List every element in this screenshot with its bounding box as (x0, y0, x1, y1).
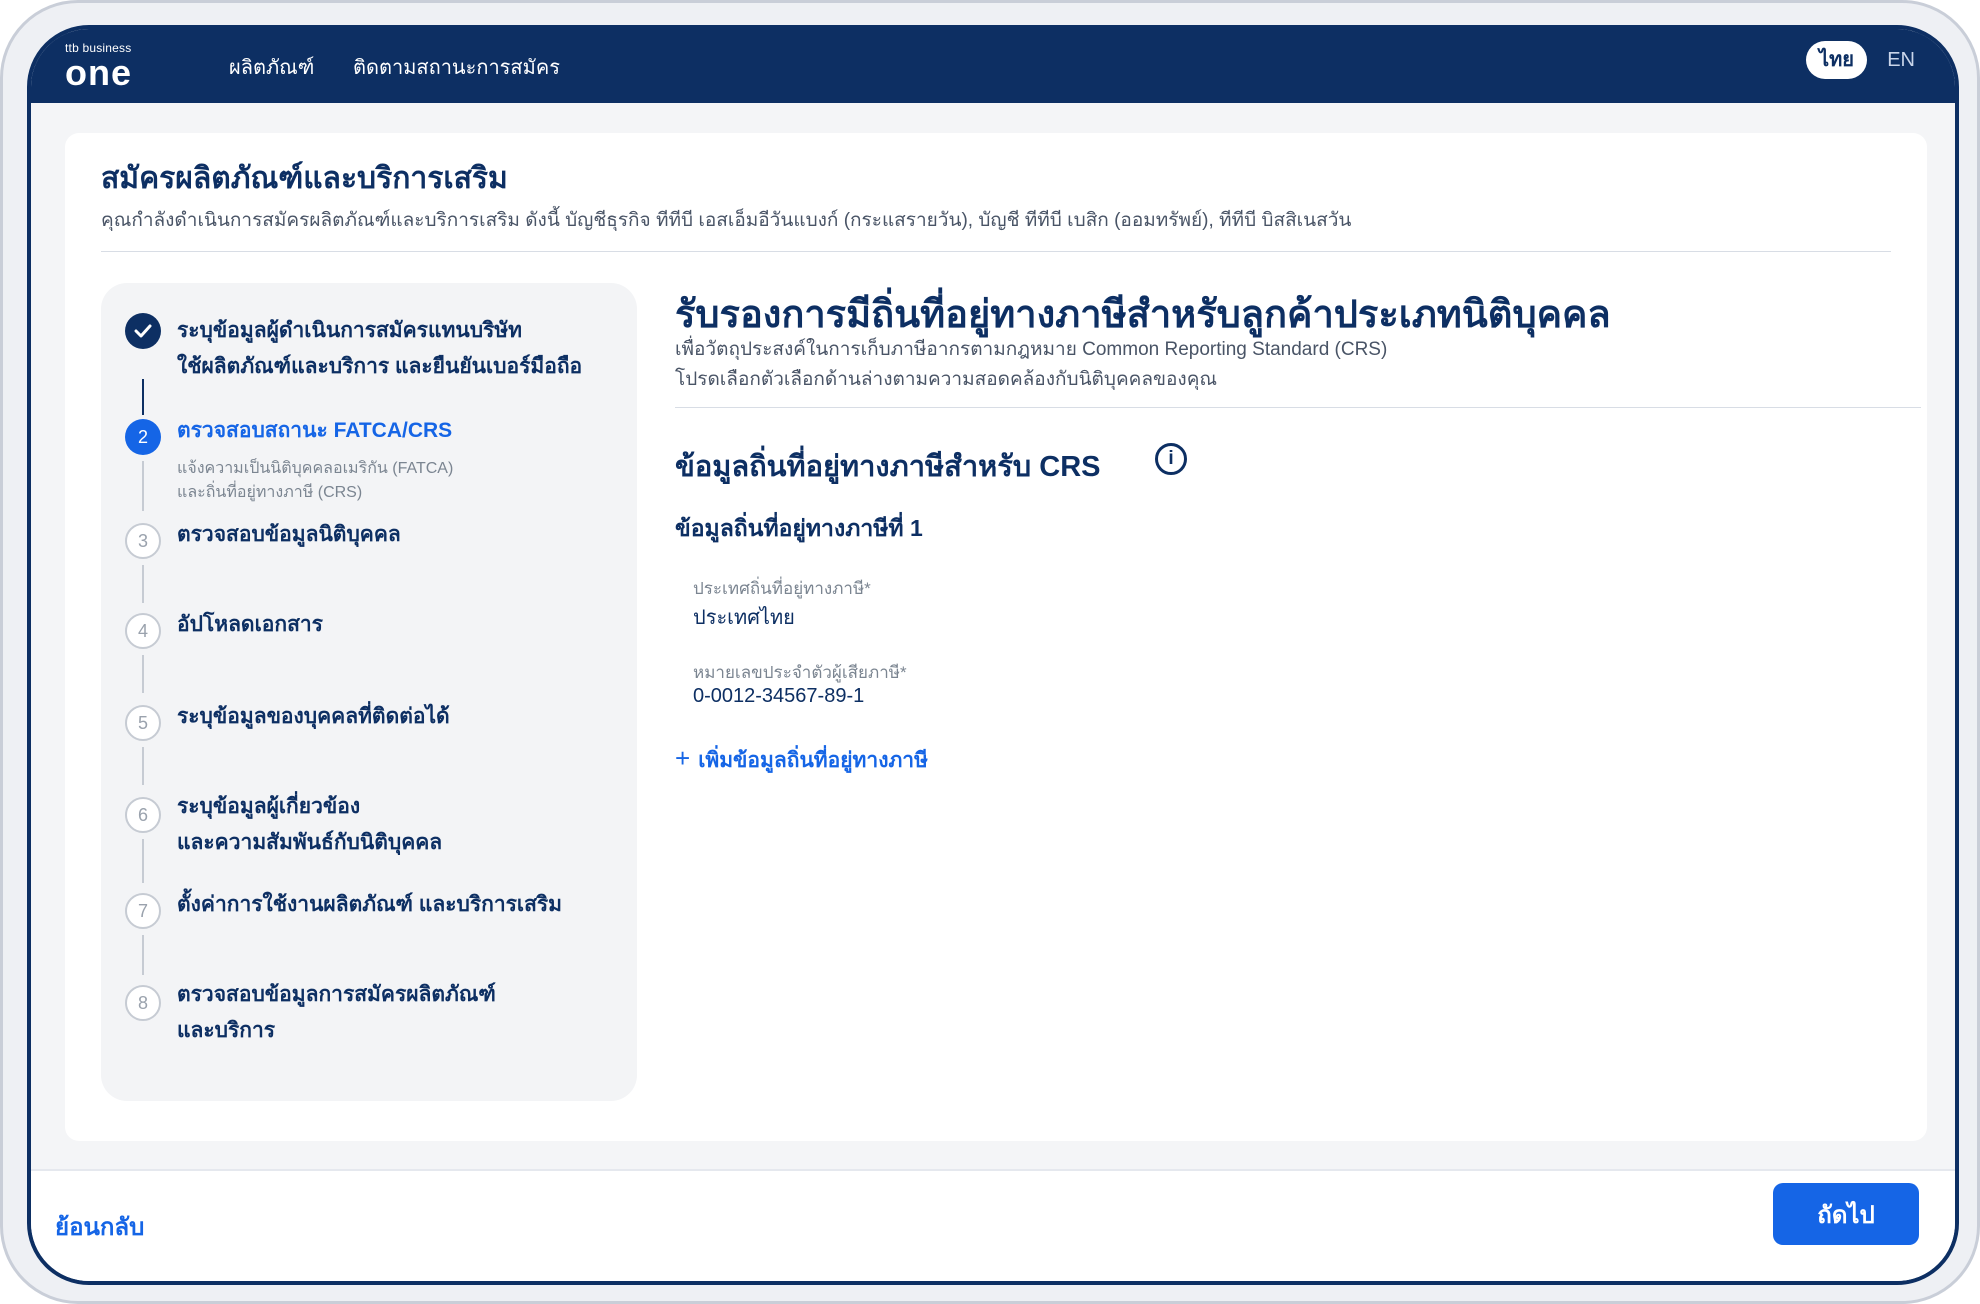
page-subtitle: คุณกำลังดำเนินการสมัครผลิตภัณฑ์และบริการ… (101, 210, 1352, 231)
info-icon[interactable]: i (1155, 443, 1187, 475)
add-tax-residence-label: เพิ่มข้อมูลถิ่นที่อยู่ทางภาษี (698, 749, 928, 772)
country-label: ประเทศถิ่นที่อยู่ทางภาษี* (693, 579, 871, 598)
step-1-title-line1: ระบุข้อมูลผู้ดำเนินการสมัครแทนบริษัท (177, 319, 522, 342)
app-screen: ttb business one ผลิตภัณฑ์ ติดตามสถานะกา… (27, 25, 1959, 1285)
step-connector (142, 935, 144, 975)
step-connector (142, 655, 144, 693)
step-connector (142, 839, 144, 883)
application-card: สมัครผลิตภัณฑ์และบริการเสริม คุณกำลังดำเ… (65, 133, 1927, 1141)
step-3-title: ตรวจสอบข้อมูลนิติบุคคล (177, 523, 401, 546)
nav-products[interactable]: ผลิตภัณฑ์ (229, 51, 314, 83)
device-frame: ttb business one ผลิตภัณฑ์ ติดตามสถานะกา… (0, 0, 1980, 1304)
step-7-title: ตั้งค่าการใช้งานผลิตภัณฑ์ และบริการเสริม (177, 893, 563, 916)
section-divider (675, 407, 1921, 408)
form-description-line2: โปรดเลือกตัวเลือกด้านล่างตามความสอดคล้อง… (675, 369, 1218, 390)
step-4-title: อัปโหลดเอกสาร (177, 613, 323, 636)
add-tax-residence-link[interactable]: + เพิ่มข้อมูลถิ่นที่อยู่ทางภาษี (675, 743, 928, 777)
nav-track-application[interactable]: ติดตามสถานะการสมัคร (353, 51, 560, 83)
step-6-number: 6 (125, 797, 161, 833)
lang-thai-button[interactable]: ไทย (1806, 41, 1867, 79)
step-7-number: 7 (125, 893, 161, 929)
step-3-number: 3 (125, 523, 161, 559)
crs-section-heading: ข้อมูลถิ่นที่อยู่ทางภาษีสำหรับ CRS (675, 451, 1101, 483)
step-5-title: ระบุข้อมูลของบุคคลที่ติดต่อได้ (177, 705, 450, 728)
step-6-title-line1: ระบุข้อมูลผู้เกี่ยวข้อง (177, 795, 361, 818)
step-8-title-line1: ตรวจสอบข้อมูลการสมัครผลิตภัณฑ์ (177, 983, 496, 1006)
back-button[interactable]: ย้อนกลับ (55, 1207, 144, 1246)
step-connector (142, 379, 144, 415)
plus-icon: + (675, 743, 691, 773)
step-1-title-line2: ใช้ผลิตภัณฑ์และบริการ และยืนยันเบอร์มือถ… (177, 355, 583, 378)
lang-english-button[interactable]: EN (1887, 49, 1915, 72)
step-8-number: 8 (125, 985, 161, 1021)
step-2-desc-line2: และถิ่นที่อยู่ทางภาษี (CRS) (177, 484, 363, 501)
next-button[interactable]: ถัดไป (1773, 1183, 1919, 1245)
step-6-title-line2: และความสัมพันธ์กับนิติบุคคล (177, 831, 443, 854)
step-connector (142, 747, 144, 785)
footer-action-bar: ย้อนกลับ ถัดไป (31, 1169, 1955, 1281)
tin-field[interactable]: 0-0012-34567-89-1 (693, 685, 864, 708)
page-title: สมัครผลิตภัณฑ์และบริการเสริม (101, 162, 508, 195)
tin-label: หมายเลขประจำตัวผู้เสียภาษี* (693, 663, 907, 682)
step-5-number: 5 (125, 705, 161, 741)
ttb-business-one-logo[interactable]: ttb business one (65, 41, 145, 93)
step-connector (142, 565, 144, 603)
header-divider (101, 251, 1891, 252)
step-2-number: 2 (125, 419, 161, 455)
step-connector (142, 461, 144, 511)
logo-one-text: one (65, 52, 133, 93)
step-8-title-line2: และบริการ (177, 1019, 276, 1042)
step-2-desc-line1: แจ้งความเป็นนิติบุคคลอเมริกัน (FATCA) (177, 460, 454, 477)
check-icon (125, 313, 161, 349)
step-4-number: 4 (125, 613, 161, 649)
tax-residence-1-heading: ข้อมูลถิ่นที่อยู่ทางภาษีที่ 1 (675, 515, 923, 541)
form-description: เพื่อวัตถุประสงค์ในการเก็บภาษีอากรตามกฎห… (675, 335, 1387, 395)
country-field[interactable]: ประเทศไทย (693, 601, 795, 633)
top-navigation-bar: ttb business one ผลิตภัณฑ์ ติดตามสถานะกา… (31, 29, 1955, 103)
step-2-title: ตรวจสอบสถานะ FATCA/CRS (177, 419, 453, 442)
progress-stepper: ระบุข้อมูลผู้ดำเนินการสมัครแทนบริษัท ใช้… (101, 283, 637, 1101)
form-description-line1: เพื่อวัตถุประสงค์ในการเก็บภาษีอากรตามกฎห… (675, 339, 1388, 360)
